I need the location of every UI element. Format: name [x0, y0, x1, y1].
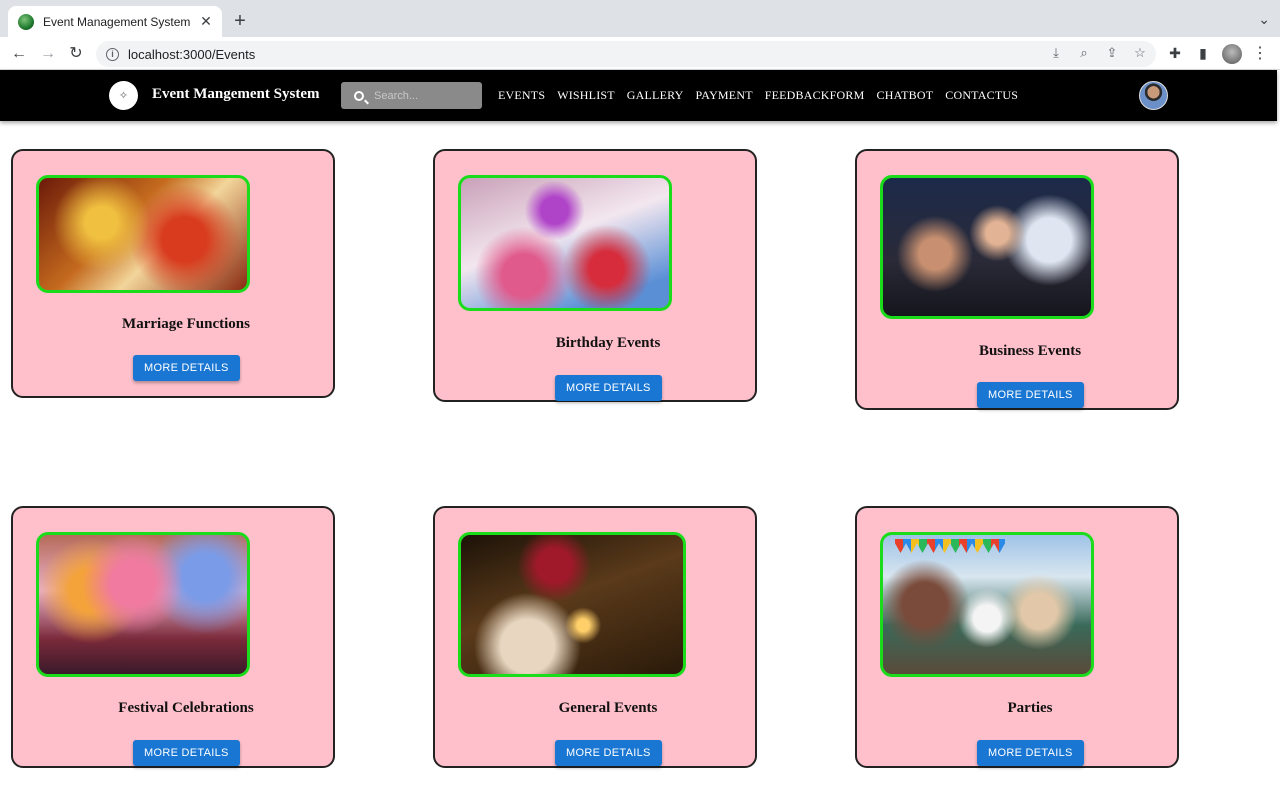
more-details-button[interactable]: MORE DETAILS	[977, 382, 1084, 408]
back-icon[interactable]: ←	[7, 42, 31, 66]
tab-title: Event Management System	[43, 14, 191, 29]
birthday-photo	[458, 175, 672, 311]
info-icon[interactable]: i	[106, 47, 119, 61]
search-box[interactable]	[341, 82, 482, 109]
nav-link-wishlist[interactable]: WISHLIST	[557, 88, 615, 103]
card-title: Marriage Functions	[122, 316, 250, 332]
more-details-button[interactable]: MORE DETAILS	[133, 355, 240, 381]
new-tab-icon[interactable]: +	[230, 9, 250, 33]
tab-search-icon[interactable]: ⌄	[1258, 11, 1270, 28]
favicon-icon	[18, 13, 34, 30]
brand-title[interactable]: Event Mangement System	[152, 86, 319, 103]
nav-link-chatbot[interactable]: CHATBOT	[877, 88, 934, 103]
marriage-photo	[36, 175, 250, 293]
forward-icon[interactable]: →	[36, 42, 60, 66]
business-photo	[880, 175, 1094, 319]
nav-link-contactus[interactable]: CONTACTUS	[945, 88, 1018, 103]
browser-tab[interactable]: Event Management System ✕	[8, 6, 222, 37]
profile-icon[interactable]	[1222, 44, 1242, 64]
event-card-general: General Events MORE DETAILS	[433, 506, 757, 768]
address-bar[interactable]: i localhost:3000/Events ⤓ ⌕ ⇪ ☆	[96, 41, 1156, 67]
star-icon[interactable]: ☆	[1132, 45, 1148, 61]
more-details-button[interactable]: MORE DETAILS	[555, 375, 662, 401]
card-title: Business Events	[978, 343, 1082, 359]
share-icon[interactable]: ⇪	[1104, 45, 1120, 61]
user-avatar[interactable]	[1139, 81, 1168, 110]
parties-photo	[880, 532, 1094, 677]
close-tab-icon[interactable]: ✕	[198, 13, 214, 30]
zoom-icon[interactable]: ⌕	[1076, 45, 1092, 61]
nav-links: EVENTS WISHLIST GALLERY PAYMENT FEEDBACK…	[498, 88, 1018, 103]
sidepanel-icon[interactable]: ▮	[1194, 45, 1212, 63]
extensions-icon[interactable]: ✚	[1166, 45, 1184, 63]
card-title: Parties	[1007, 700, 1053, 716]
card-title: Birthday Events	[555, 335, 661, 351]
bunting-decoration	[895, 539, 1005, 553]
card-title: General Events	[558, 700, 658, 716]
search-icon	[354, 90, 364, 101]
browser-tab-strip: Event Management System ✕ + ⌄	[0, 0, 1280, 37]
nav-link-payment[interactable]: PAYMENT	[696, 88, 753, 103]
more-details-button[interactable]: MORE DETAILS	[133, 740, 240, 766]
event-card-marriage: Marriage Functions MORE DETAILS	[11, 149, 335, 398]
url-text: localhost:3000/Events	[128, 46, 256, 62]
reload-icon[interactable]: ↻	[64, 42, 88, 66]
search-input[interactable]	[374, 89, 474, 102]
more-details-button[interactable]: MORE DETAILS	[555, 740, 662, 766]
menu-icon[interactable]: ⋮	[1252, 43, 1268, 63]
general-photo	[458, 532, 686, 677]
nav-link-events[interactable]: EVENTS	[498, 88, 545, 103]
app-navbar: ✧ Event Mangement System EVENTS WISHLIST…	[0, 70, 1277, 121]
event-card-business: Business Events MORE DETAILS	[855, 149, 1179, 410]
card-title: Festival Celebrations	[118, 700, 254, 716]
event-card-parties: Parties MORE DETAILS	[855, 506, 1179, 768]
logo-icon[interactable]: ✧	[109, 81, 138, 110]
nav-link-gallery[interactable]: GALLERY	[627, 88, 684, 103]
event-card-birthday: Birthday Events MORE DETAILS	[433, 149, 757, 402]
festival-photo	[36, 532, 250, 677]
event-card-festival: Festival Celebrations MORE DETAILS	[11, 506, 335, 768]
more-details-button[interactable]: MORE DETAILS	[977, 740, 1084, 766]
nav-link-feedbackform[interactable]: FEEDBACKFORM	[765, 88, 865, 103]
browser-toolbar: ← → ↻ i localhost:3000/Events ⤓ ⌕ ⇪ ☆ ✚ …	[0, 37, 1280, 70]
install-icon[interactable]: ⤓	[1048, 45, 1064, 61]
